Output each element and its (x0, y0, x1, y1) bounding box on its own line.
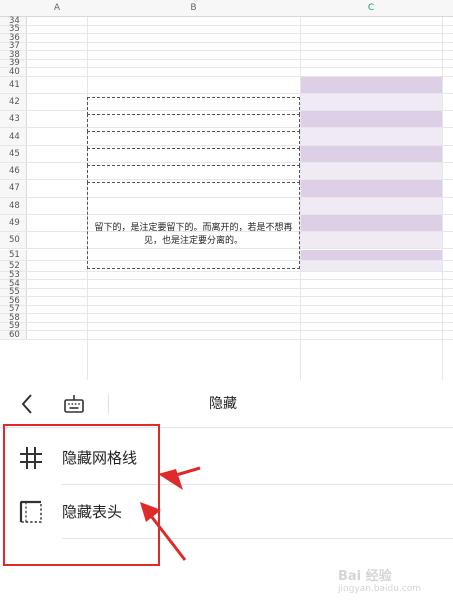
baidu-watermark: Bai 经验 jingyan.baidu.com (338, 565, 448, 605)
annotation-arrow-2 (140, 502, 187, 561)
annotation-arrow-1 (158, 466, 201, 490)
annotation-arrows (140, 466, 201, 561)
watermark-brand: Bai 经验 (338, 569, 392, 584)
watermark-url: jingyan.baidu.com (338, 584, 422, 594)
